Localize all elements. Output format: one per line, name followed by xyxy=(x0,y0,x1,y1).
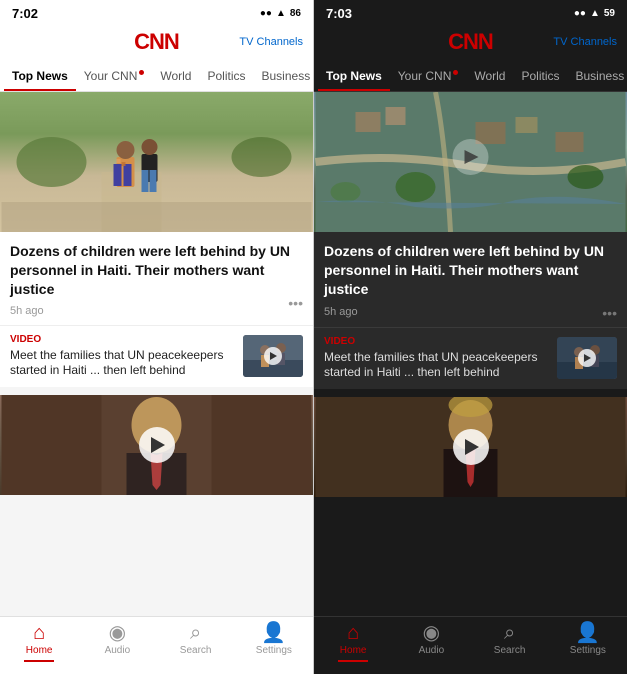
haiti-article-card-left[interactable]: Dozens of children were left behind by U… xyxy=(0,92,313,387)
audio-icon-right: ◉ xyxy=(423,623,440,643)
cnn-logo-right: CNN xyxy=(448,29,493,55)
tab-business-right[interactable]: Business xyxy=(568,61,627,91)
home-icon-right: ⌂ xyxy=(347,623,359,643)
nav-home-left[interactable]: ⌂ Home xyxy=(0,623,78,662)
nav-audio-left[interactable]: ◉ Audio xyxy=(78,623,156,662)
search-icon-left: ⌕ xyxy=(190,623,201,643)
video-title-right: Meet the families that UN peacekeepers s… xyxy=(324,350,549,381)
app-header-left: CNN TV Channels xyxy=(0,23,313,61)
haiti-card-body-left: Dozens of children were left behind by U… xyxy=(0,232,313,325)
tab-politics-right[interactable]: Politics xyxy=(513,61,567,91)
video-text-left: VIDEO Meet the families that UN peacekee… xyxy=(10,334,235,379)
status-time-right: 7:03 xyxy=(326,6,352,21)
tab-world-right[interactable]: World xyxy=(466,61,513,91)
tv-channels-button-left[interactable]: TV Channels xyxy=(239,36,303,48)
nav-search-label-right: Search xyxy=(494,645,526,656)
left-phone-panel: 7:02 ●● ▲ 86 CNN TV Channels Top News Yo… xyxy=(0,0,314,674)
haiti-card-body-right: Dozens of children were left behind by U… xyxy=(314,232,627,327)
haiti-article-card-right[interactable]: Dozens of children were left behind by U… xyxy=(314,92,627,389)
more-options-left[interactable]: ••• xyxy=(288,295,303,311)
signal-icon: ●● xyxy=(260,8,272,19)
nav-audio-right[interactable]: ◉ Audio xyxy=(392,623,470,662)
tab-your-cnn-right[interactable]: Your CNN xyxy=(390,61,467,91)
nav-home-label-right: Home xyxy=(340,645,367,656)
nav-settings-right[interactable]: 👤 Settings xyxy=(549,623,627,662)
nav-search-label-left: Search xyxy=(180,645,212,656)
wifi-icon-right: ▲ xyxy=(590,8,600,19)
app-header-right: CNN TV Channels xyxy=(314,23,627,61)
content-area-left: Dozens of children were left behind by U… xyxy=(0,92,313,616)
battery-icon-right: 59 xyxy=(604,8,615,19)
nav-home-right[interactable]: ⌂ Home xyxy=(314,623,392,662)
trump-play-button-left[interactable] xyxy=(139,427,175,463)
status-bar-right: 7:03 ●● ▲ 59 xyxy=(314,0,627,23)
tab-top-news-left[interactable]: Top News xyxy=(4,61,76,91)
nav-search-left[interactable]: ⌕ Search xyxy=(157,623,235,662)
video-row-right[interactable]: VIDEO Meet the families that UN peacekee… xyxy=(314,327,627,389)
right-phone-panel: 7:03 ●● ▲ 59 CNN TV Channels Top News Yo… xyxy=(314,0,627,674)
nav-settings-label-left: Settings xyxy=(256,645,292,656)
nav-settings-label-right: Settings xyxy=(570,645,606,656)
status-bar-left: 7:02 ●● ▲ 86 xyxy=(0,0,313,23)
settings-icon-right: 👤 xyxy=(575,623,600,643)
battery-icon: 86 xyxy=(290,8,301,19)
nav-audio-label-right: Audio xyxy=(419,645,445,656)
tab-top-news-right[interactable]: Top News xyxy=(318,61,390,91)
status-time-left: 7:02 xyxy=(12,6,38,21)
status-icons-left: ●● ▲ 86 xyxy=(260,8,301,19)
nav-audio-label-left: Audio xyxy=(105,645,131,656)
video-thumbnail-right[interactable] xyxy=(557,337,617,379)
nav-settings-left[interactable]: 👤 Settings xyxy=(235,623,313,662)
video-title-left: Meet the families that UN peacekeepers s… xyxy=(10,348,235,379)
wifi-icon: ▲ xyxy=(276,8,286,19)
active-indicator-right xyxy=(338,660,368,662)
video-text-right: VIDEO Meet the families that UN peacekee… xyxy=(324,336,549,381)
home-icon-left: ⌂ xyxy=(33,623,45,643)
bottom-nav-right: ⌂ Home ◉ Audio ⌕ Search 👤 Settings xyxy=(314,616,627,674)
haiti-aerial-image-right xyxy=(314,92,627,232)
settings-icon-left: 👤 xyxy=(261,623,286,643)
status-icons-right: ●● ▲ 59 xyxy=(574,8,615,19)
trump-image-right xyxy=(314,397,627,497)
video-thumbnail-left[interactable] xyxy=(243,335,303,377)
search-icon-right: ⌕ xyxy=(504,623,515,643)
audio-icon-left: ◉ xyxy=(109,623,126,643)
video-label-left: VIDEO xyxy=(10,334,235,345)
tab-your-cnn-left[interactable]: Your CNN xyxy=(76,61,153,91)
bottom-nav-left: ⌂ Home ◉ Audio ⌕ Search 👤 Settings xyxy=(0,616,313,674)
haiti-headline-left[interactable]: Dozens of children were left behind by U… xyxy=(10,242,303,299)
tab-business-left[interactable]: Business xyxy=(254,61,314,91)
trump-video-card-right[interactable] xyxy=(314,397,627,497)
haiti-headline-right[interactable]: Dozens of children were left behind by U… xyxy=(324,242,617,299)
nav-tabs-left: Top News Your CNN World Politics Busines… xyxy=(0,61,313,92)
signal-icon-right: ●● xyxy=(574,8,586,19)
tv-channels-button-right[interactable]: TV Channels xyxy=(553,36,617,48)
tab-world-left[interactable]: World xyxy=(152,61,199,91)
content-area-right: Dozens of children were left behind by U… xyxy=(314,92,627,616)
nav-tabs-right: Top News Your CNN World Politics Busines… xyxy=(314,61,627,92)
active-indicator-left xyxy=(24,660,54,662)
tab-politics-left[interactable]: Politics xyxy=(199,61,253,91)
more-options-right[interactable]: ••• xyxy=(602,305,617,321)
video-row-left[interactable]: VIDEO Meet the families that UN peacekee… xyxy=(0,325,313,387)
haiti-hero-image-left xyxy=(0,92,313,232)
nav-home-label-left: Home xyxy=(26,645,53,656)
video-label-right: VIDEO xyxy=(324,336,549,347)
haiti-timestamp-right: 5h ago xyxy=(324,306,358,318)
trump-image-left xyxy=(0,395,313,495)
trump-video-card-left[interactable] xyxy=(0,395,313,495)
haiti-timestamp-left: 5h ago xyxy=(10,305,44,317)
nav-search-right[interactable]: ⌕ Search xyxy=(471,623,549,662)
cnn-logo-left: CNN xyxy=(134,29,179,55)
trump-play-button-right[interactable] xyxy=(453,429,489,465)
